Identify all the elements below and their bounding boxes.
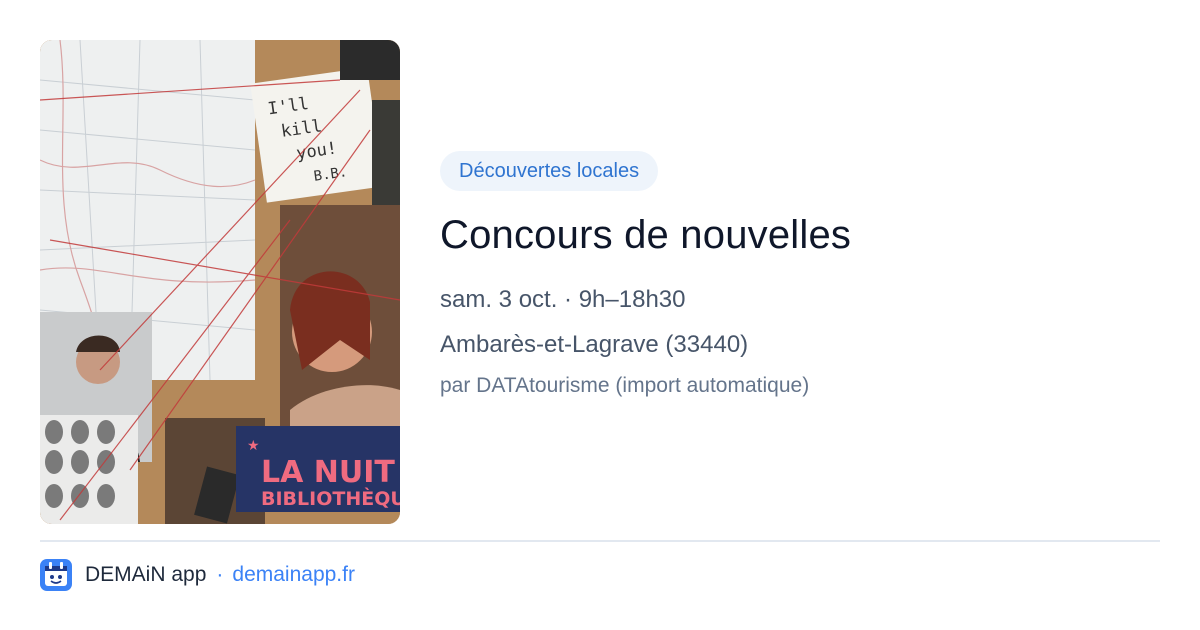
event-image: I'll kill you! B.B. ★ LA NUIT BIBLIOTHÈQ… <box>40 40 400 524</box>
app-name: DEMAiN app <box>85 563 207 586</box>
event-title: Concours de nouvelles <box>440 213 852 257</box>
event-info: Découvertes locales Concours de nouvelle… <box>440 151 1160 400</box>
divider <box>40 540 1160 542</box>
poster-star: ★ <box>247 437 260 453</box>
event-location: Ambarès-et-Lagrave (33440) <box>440 331 749 358</box>
event-datetime: sam. 3 oct. · 9h–18h30 <box>440 286 686 313</box>
footer-separator: · <box>216 563 224 586</box>
poster-line-1: LA NUIT <box>261 455 395 490</box>
poster-line-2: BIBLIOTHÈQU <box>261 487 400 510</box>
app-domain-link[interactable]: demainapp.fr <box>232 563 355 587</box>
category-badge[interactable]: Découvertes locales <box>440 151 659 191</box>
app-logo-icon <box>40 559 72 591</box>
footer: DEMAiN app · demainapp.fr <box>40 558 355 592</box>
event-source: par DATAtourisme (import automatique) <box>440 374 810 397</box>
